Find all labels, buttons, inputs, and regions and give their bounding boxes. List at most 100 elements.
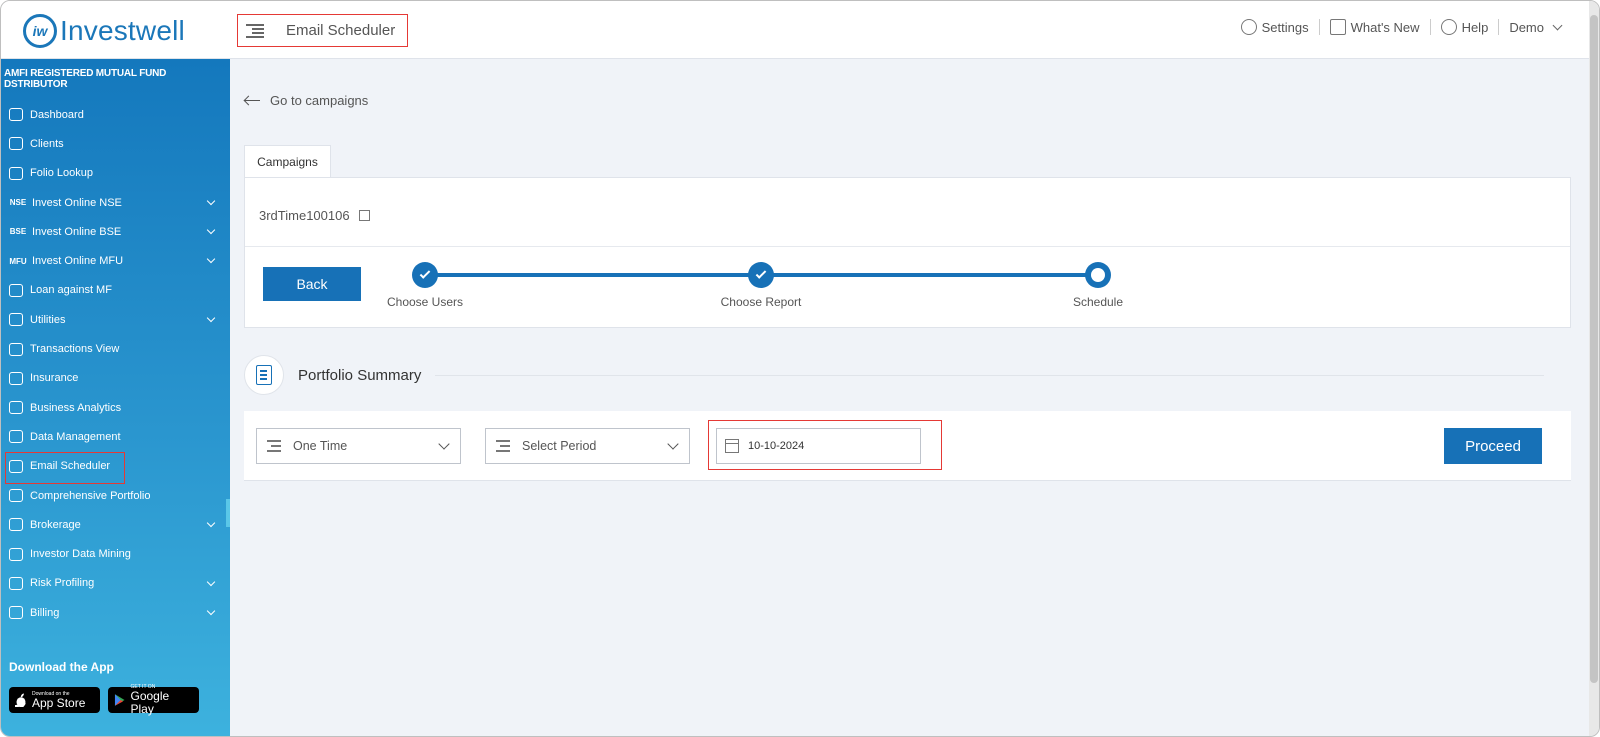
current-step-dot	[1091, 268, 1105, 282]
home-icon	[9, 108, 23, 122]
section-header: Portfolio Summary	[244, 355, 1544, 395]
report-document-icon	[256, 365, 272, 385]
swap-icon	[9, 342, 23, 356]
play-icon	[114, 694, 125, 706]
top-header: iw Investwell Email Scheduler Settings W…	[1, 1, 1599, 59]
sidebar-item-invest-online-nse[interactable]: NSE Invest Online NSE	[1, 188, 230, 217]
sidebar-item-dashboard[interactable]: Dashboard	[1, 100, 230, 129]
report-icon-circle	[244, 355, 284, 395]
list-icon	[267, 440, 281, 452]
sidebar-item-business-analytics[interactable]: Business Analytics	[1, 393, 230, 422]
scroll-thumb[interactable]	[1590, 15, 1598, 683]
sidebar-heading: AMFI REGISTERED MUTUAL FUND DSTRIBUTOR	[4, 68, 167, 90]
sidebar-item-invest-online-mfu[interactable]: MFU Invest Online MFU	[1, 246, 230, 275]
sidebar-item-label: Brokerage	[30, 518, 81, 531]
sidebar-item-utilities[interactable]: Utilities	[1, 305, 230, 334]
bill-icon	[9, 606, 23, 620]
app-store-badge[interactable]: Download on the App Store	[9, 687, 100, 713]
sidebar-item-data-management[interactable]: Data Management	[1, 422, 230, 451]
chevron-down-icon	[1552, 20, 1563, 30]
document-icon	[9, 371, 23, 385]
sidebar-item-comprehensive-portfolio[interactable]: Comprehensive Portfolio	[1, 481, 230, 510]
step-label-schedule: Schedule	[1072, 295, 1124, 309]
sidebar: AMFI REGISTERED MUTUAL FUND DSTRIBUTOR D…	[1, 59, 230, 736]
tab-campaigns[interactable]: Campaigns	[244, 145, 331, 177]
app-window: iw Investwell Email Scheduler Settings W…	[0, 0, 1600, 737]
calendar-icon	[725, 439, 739, 453]
sidebar-item-label: Comprehensive Portfolio	[30, 489, 151, 502]
gear-icon	[1240, 19, 1257, 35]
help-icon	[1440, 19, 1457, 35]
date-value: 10-10-2024	[748, 440, 805, 452]
sidebar-item-label: Transactions View	[30, 343, 120, 356]
sidebar-item-label: Risk Profiling	[30, 577, 95, 590]
mfu-badge-icon: MFU	[9, 256, 27, 266]
section-divider	[435, 374, 1544, 376]
chevron-down-icon	[206, 577, 216, 586]
user-name: Demo	[1509, 19, 1544, 35]
sidebar-item-label: Clients	[30, 137, 64, 150]
sidebar-item-transactions-view[interactable]: Transactions View	[1, 334, 230, 363]
google-play-badge[interactable]: GET IT ON Google Play	[108, 684, 199, 716]
chevron-down-icon	[206, 606, 216, 616]
campaign-name-row: 3rdTime100106	[259, 208, 370, 223]
sidebar-item-billing[interactable]: Billing	[1, 598, 230, 627]
sidebar-item-insurance[interactable]: Insurance	[1, 364, 230, 393]
date-input[interactable]: 10-10-2024	[716, 428, 921, 464]
go-to-campaigns-label: Go to campaigns	[270, 93, 369, 108]
period-placeholder: Select Period	[522, 439, 597, 453]
logo-mark: iw	[23, 14, 57, 48]
settings-link[interactable]: Settings	[1231, 19, 1319, 35]
rupee-icon	[9, 547, 23, 561]
active-highlight-box	[5, 451, 125, 484]
sidebar-item-email-scheduler[interactable]: Email Scheduler	[1, 451, 230, 484]
main-content: Go to campaigns Campaigns 3rdTime100106 …	[230, 59, 1599, 736]
proceed-button[interactable]: Proceed	[1444, 428, 1542, 464]
sidebar-item-folio-lookup[interactable]: Folio Lookup	[1, 159, 230, 188]
sidebar-item-clients[interactable]: Clients	[1, 129, 230, 158]
settings-label: Settings	[1261, 19, 1309, 35]
hamburger-menu-icon[interactable]	[246, 23, 264, 38]
scrollbar[interactable]	[1589, 1, 1599, 736]
go-to-campaigns-link[interactable]: Go to campaigns	[244, 93, 368, 108]
search-gear-icon	[9, 313, 23, 327]
frequency-value: One Time	[293, 439, 348, 453]
sidebar-item-label: Loan against MF	[30, 284, 112, 297]
briefcase-icon	[9, 489, 23, 502]
edit-icon[interactable]	[358, 210, 370, 221]
sidebar-item-loan-against-mf[interactable]: Loan against MF	[1, 276, 230, 305]
user-menu[interactable]: Demo	[1499, 20, 1571, 35]
gauge-icon	[9, 576, 23, 590]
check-icon	[419, 268, 431, 279]
sidebar-item-investor-data-mining[interactable]: Investor Data Mining	[1, 539, 230, 568]
rupee-doc-icon	[9, 166, 23, 180]
sidebar-item-label: Folio Lookup	[30, 167, 93, 180]
page-title-bar: Email Scheduler	[237, 14, 408, 47]
period-select[interactable]: Select Period	[485, 428, 690, 464]
investwell-logo[interactable]: iw Investwell	[23, 14, 185, 48]
download-app-label: Download the App	[9, 660, 114, 674]
chevron-down-icon	[438, 438, 450, 450]
sidebar-item-label: Business Analytics	[30, 401, 122, 414]
sidebar-item-label: Billing	[30, 606, 60, 619]
frequency-select[interactable]: One Time	[256, 428, 461, 464]
sidebar-item-risk-profiling[interactable]: Risk Profiling	[1, 569, 230, 598]
sidebar-item-label: Dashboard	[30, 108, 84, 121]
back-button[interactable]: Back	[263, 267, 361, 301]
database-icon	[9, 430, 23, 444]
help-link[interactable]: Help	[1431, 19, 1499, 35]
app-store-big: App Store	[32, 695, 86, 710]
logo-text: Investwell	[60, 15, 185, 46]
arrow-left-icon	[244, 96, 260, 106]
step-current-marker	[1085, 262, 1111, 288]
sidebar-item-invest-online-bse[interactable]: BSE Invest Online BSE	[1, 217, 230, 246]
card-divider	[245, 246, 1570, 247]
apple-icon	[15, 693, 26, 707]
nse-badge-icon: NSE	[9, 198, 27, 208]
step-done-marker	[412, 262, 438, 288]
check-icon	[755, 268, 767, 279]
money-bag-icon	[9, 283, 23, 297]
sidebar-item-brokerage[interactable]: Brokerage	[1, 510, 230, 539]
google-play-big: Google Play	[130, 689, 170, 716]
whats-new-link[interactable]: What's New	[1320, 19, 1430, 35]
